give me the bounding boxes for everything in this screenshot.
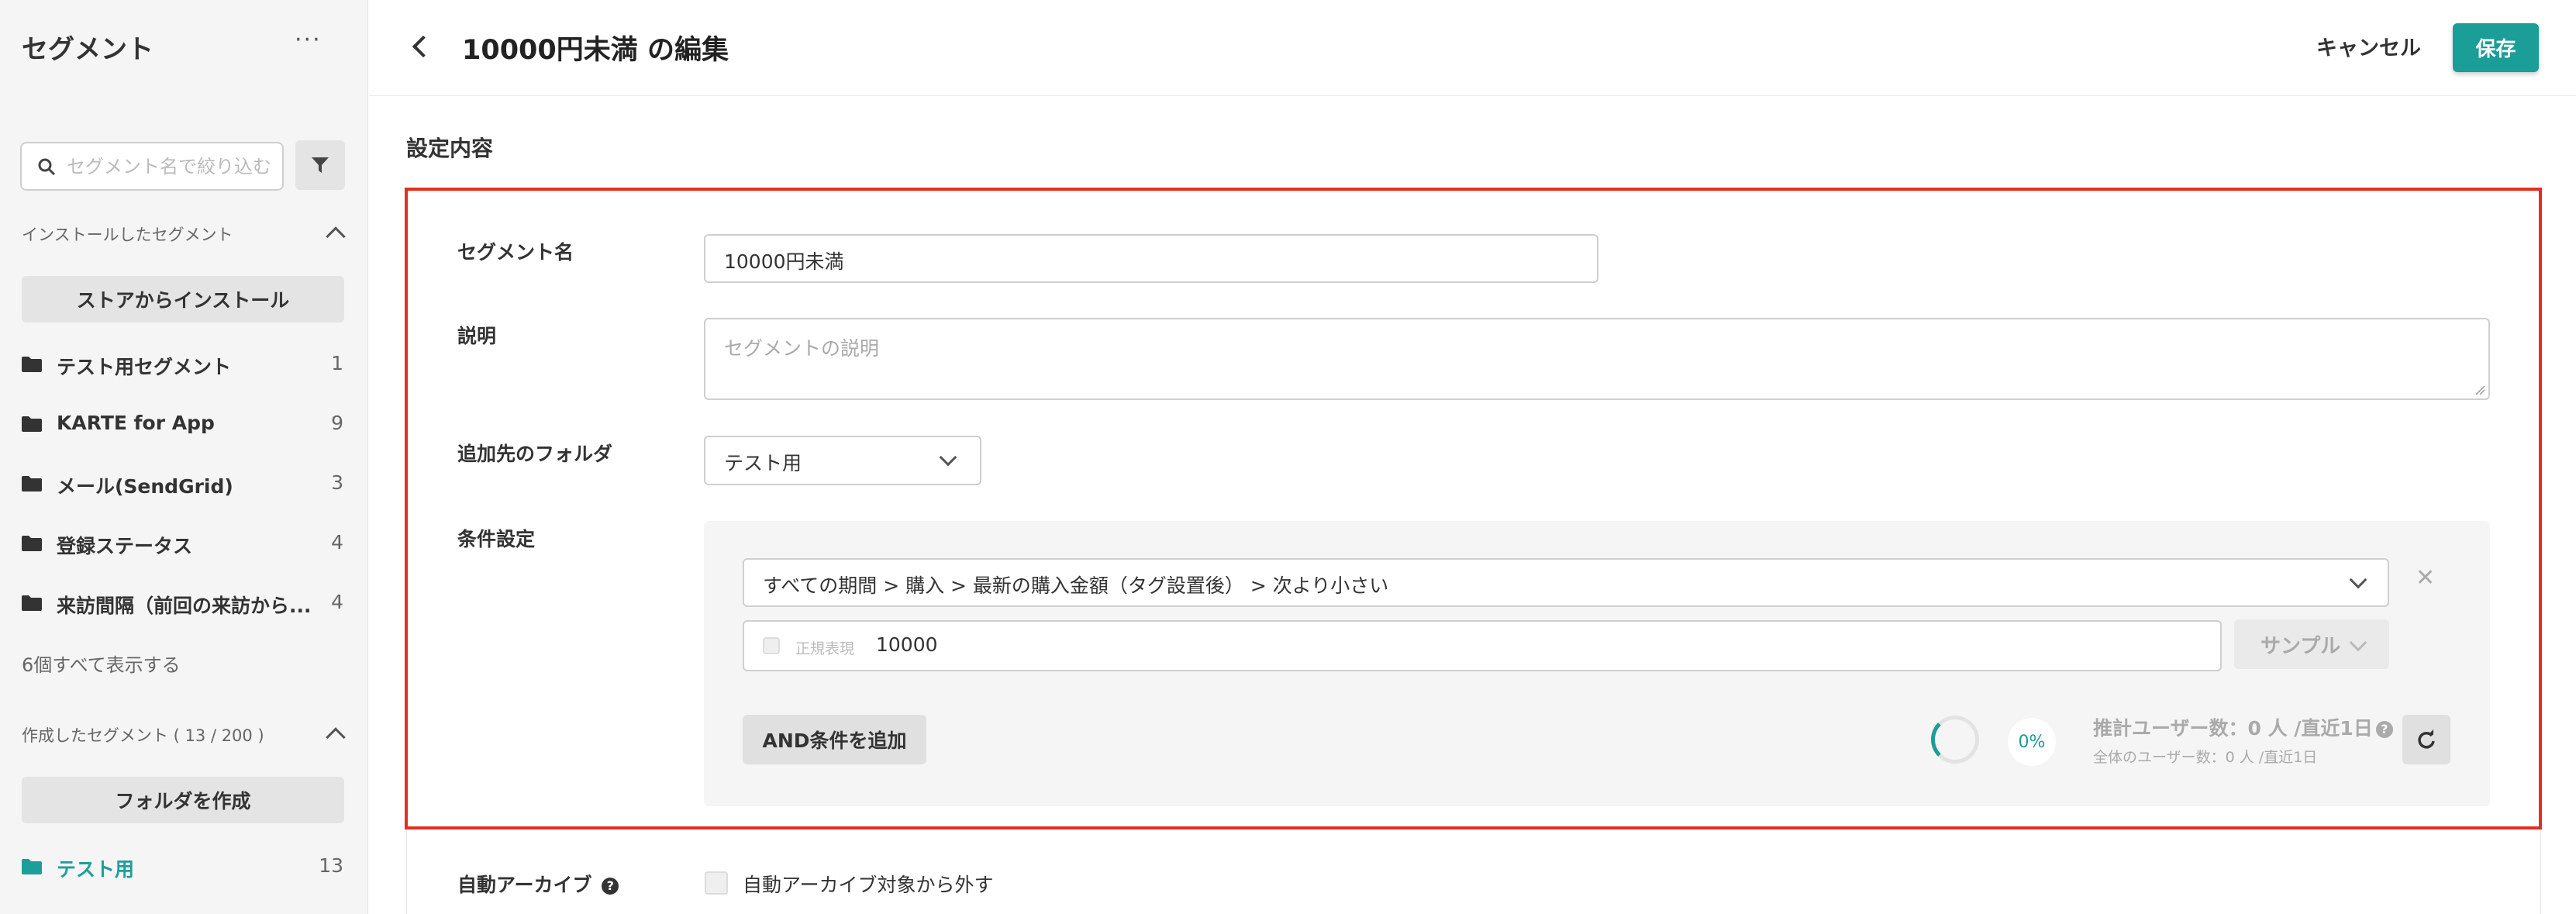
folder-item[interactable]: 登録ステータス 4	[0, 525, 368, 564]
folder-select-label: 追加先のフォルダ	[457, 443, 613, 465]
more-menu-icon[interactable]: ···	[295, 26, 322, 53]
condition-path-value: すべての期間 > 購入 > 最新の購入金額（タグ設置後） > 次より小さい	[763, 574, 1389, 597]
description-textarea[interactable]: セグメントの説明	[704, 318, 2490, 400]
folder-item[interactable]: テスト用セグメント 1	[0, 346, 368, 385]
folder-count: 4	[331, 591, 343, 613]
folder-icon	[22, 416, 42, 432]
folder-icon	[22, 595, 42, 611]
condition-label: 条件設定	[457, 528, 536, 550]
progress-percent: 0%	[2008, 718, 2056, 766]
search-input[interactable]	[65, 151, 279, 182]
cancel-button[interactable]: キャンセル	[2316, 31, 2421, 61]
estimated-users: 推計ユーザー数：0 人 /直近1日?	[2093, 713, 2393, 741]
section-title: 設定内容	[406, 136, 494, 161]
folder-count: 9	[331, 412, 343, 434]
folder-icon	[22, 859, 42, 874]
resize-handle-icon[interactable]	[2473, 383, 2485, 395]
chevron-down-icon	[2349, 633, 2367, 652]
regex-label: 正規表現	[795, 640, 855, 657]
show-all-link[interactable]: 6個すべて表示する	[22, 650, 181, 677]
folder-select[interactable]: テスト用	[704, 436, 981, 485]
filter-icon	[312, 157, 329, 173]
installed-segments-header: インストールしたセグメント	[22, 226, 233, 244]
created-segments-header: 作成したセグメント ( 13 / 200 )	[22, 726, 264, 745]
description-label: 説明	[457, 325, 497, 347]
folder-label: テスト用セグメント	[57, 356, 232, 378]
auto-archive-label: 自動アーカイブ ?	[457, 870, 619, 898]
refresh-button[interactable]	[2402, 715, 2450, 764]
folder-count: 4	[331, 531, 343, 554]
search-icon	[38, 158, 56, 176]
install-from-store-button[interactable]: ストアからインストール	[22, 276, 344, 322]
auto-archive-checkbox-label: 自動アーカイブ対象から外す	[743, 874, 994, 896]
segment-name-label: セグメント名	[457, 241, 574, 264]
condition-value: 10000	[876, 633, 938, 656]
auto-archive-checkbox[interactable]	[705, 871, 728, 895]
folder-item[interactable]: KARTE for App 9	[0, 405, 368, 444]
collapse-installed-icon[interactable]	[326, 226, 346, 247]
folder-item[interactable]: 来訪間隔（前回の来訪から... 4	[0, 585, 368, 623]
remove-condition-icon[interactable]: ✕	[2416, 564, 2435, 592]
add-and-condition-button[interactable]: AND条件を追加	[743, 715, 926, 764]
folder-label: 登録ステータス	[57, 535, 193, 557]
save-button[interactable]: 保存	[2453, 23, 2539, 72]
page-title: 10000円未満 の編集	[462, 35, 729, 66]
segment-name-input[interactable]: 10000円未満	[704, 234, 1598, 283]
segment-name-value: 10000円未満	[724, 250, 844, 273]
back-chevron-icon[interactable]	[412, 35, 435, 58]
auto-archive-label-text: 自動アーカイブ	[457, 874, 592, 896]
sample-label: サンプル	[2260, 635, 2341, 658]
sidebar: セグメント ··· インストールしたセグメント ストアからインストール テスト用…	[0, 0, 368, 914]
folder-icon	[22, 476, 42, 491]
help-icon[interactable]: ?	[602, 878, 619, 895]
segment-search	[20, 142, 284, 191]
folder-label: テスト用	[57, 858, 135, 881]
help-icon[interactable]: ?	[2375, 721, 2393, 738]
loading-spinner-icon	[1931, 716, 1979, 764]
regex-checkbox[interactable]	[763, 637, 780, 654]
folder-icon	[22, 357, 42, 372]
sample-dropdown[interactable]: サンプル	[2234, 619, 2389, 669]
description-placeholder: セグメントの説明	[724, 337, 880, 360]
collapse-created-icon[interactable]	[326, 727, 346, 747]
folder-label: KARTE for App	[57, 412, 215, 434]
chevron-down-icon	[2349, 571, 2367, 589]
folder-item[interactable]: メール(SendGrid) 3	[0, 465, 368, 504]
folder-label: 来訪間隔（前回の来訪から...	[57, 595, 312, 617]
filter-button[interactable]	[295, 140, 345, 190]
sidebar-title: セグメント	[22, 34, 153, 65]
folder-count: 1	[331, 352, 343, 374]
create-folder-button[interactable]: フォルダを作成	[22, 777, 344, 823]
folder-select-value: テスト用	[724, 452, 802, 474]
condition-value-input[interactable]: 正規表現 10000	[743, 620, 2222, 671]
folder-item-active[interactable]: テスト用 13	[0, 848, 368, 887]
folder-label: メール(SendGrid)	[57, 475, 233, 498]
folder-count: 13	[319, 854, 343, 877]
condition-path-select[interactable]: すべての期間 > 購入 > 最新の購入金額（タグ設置後） > 次より小さい	[743, 558, 2389, 607]
refresh-icon	[2418, 729, 2435, 749]
chevron-down-icon	[939, 448, 957, 467]
folder-count: 3	[331, 471, 343, 494]
page-header: 10000円未満 の編集 キャンセル 保存	[369, 0, 2576, 96]
folder-icon	[22, 536, 42, 551]
total-users: 全体のユーザー数：0 人 /直近1日	[2093, 749, 2318, 766]
estimated-users-text: 推計ユーザー数：0 人 /直近1日	[2093, 717, 2373, 740]
